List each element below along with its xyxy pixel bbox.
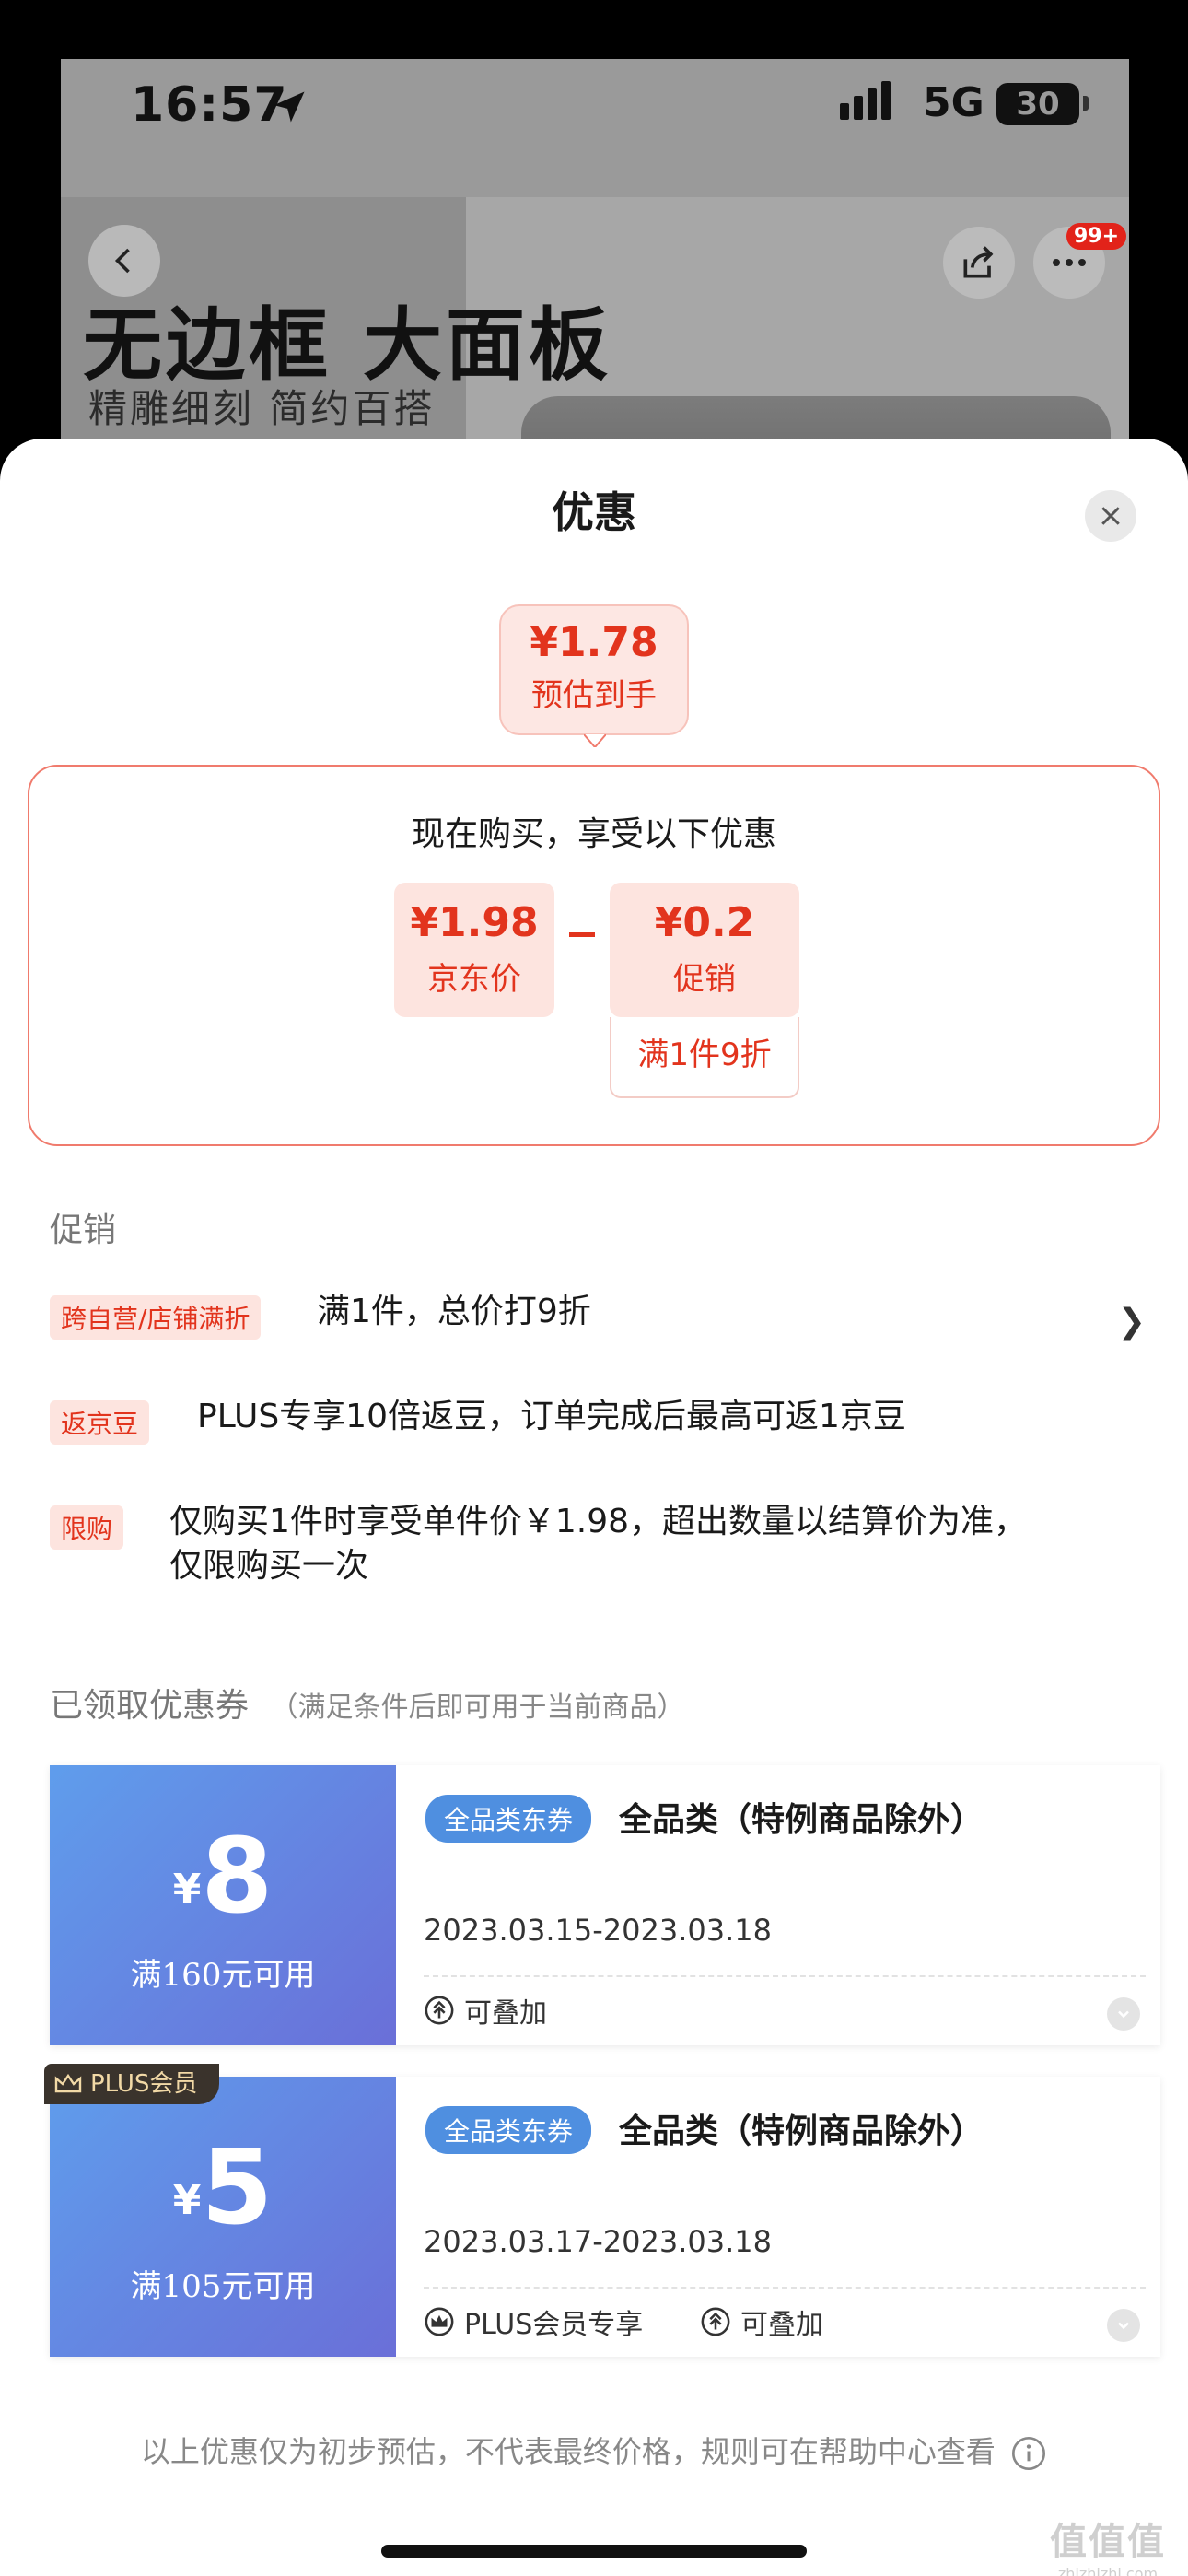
close-button[interactable]: [1085, 490, 1136, 542]
coupon-card[interactable]: ¥8 满160元可用 全品类东券 全品类（特例商品除外） 2023.03.15-…: [50, 1765, 1160, 2045]
estimated-price-box: ¥1.78 预估到手: [499, 604, 689, 735]
minus-icon: [569, 932, 595, 937]
battery-icon: 30: [996, 83, 1079, 125]
promotion-row: 返京豆 PLUS专享10倍返豆，订单完成后最高可返1京豆: [50, 1398, 1146, 1452]
promotion-detail: 满1件9折: [610, 1017, 799, 1098]
close-icon: [1101, 507, 1120, 525]
coupon-amount-value: 5: [201, 2128, 274, 2248]
status-bar: 16:57 5G 30: [61, 59, 1129, 197]
coupon-amount-value: 8: [201, 1817, 274, 1937]
expand-button[interactable]: [1107, 2309, 1140, 2342]
stackable-icon: [701, 2307, 730, 2336]
share-icon: [963, 246, 994, 278]
promotion-row[interactable]: 跨自营/店铺满折 满1件，总价打9折 ❯: [50, 1293, 1146, 1347]
footer-note-text: 以上优惠仅为初步预估，不代表最终价格，规则可在帮助中心查看: [140, 2434, 996, 2469]
promotions-section-title: 促销: [50, 1212, 117, 1249]
stackable-text: 可叠加: [740, 2309, 823, 2341]
coupons-note: （满足条件后即可用于当前商品）: [270, 1692, 685, 1724]
coupon-card[interactable]: ¥5 满105元可用 PLUS会员 全品类东券 全品类（特例商品除外） 2023…: [44, 2064, 1160, 2357]
coupon-type-tag: 全品类东券: [425, 1795, 592, 1843]
promotion-tag: 跨自营/店铺满折: [50, 1295, 262, 1340]
promotion-row: 限购 仅购买1件时享受单件价￥1.98，超出数量以结算价为准，仅限购买一次: [50, 1503, 1146, 1607]
coupon-currency: ¥: [172, 2177, 202, 2224]
chevron-right-icon[interactable]: ❯: [1118, 1303, 1146, 1341]
coupon-type-tag: 全品类东券: [425, 2106, 592, 2154]
promotion-text: PLUS专享10倍返豆，订单完成后最高可返1京豆: [197, 1398, 906, 1435]
promotion-label: 促销: [673, 961, 736, 998]
stackable-label: 可叠加: [700, 2301, 823, 2342]
price-calculation-box: 现在购买，享受以下优惠 ¥1.98 京东价 ¥0.2 促销 满1件9折: [28, 765, 1160, 1146]
promotion-tag: 限购: [50, 1505, 124, 1550]
promotion-value: ¥0.2: [654, 899, 755, 946]
coupon-title: 全品类（特例商品除外）: [619, 1801, 984, 1839]
location-arrow-icon: [274, 91, 305, 123]
share-button[interactable]: [943, 227, 1015, 299]
watermark-sub: zhizhizhi.com: [1057, 2565, 1159, 2576]
estimated-price-label: 预估到手: [531, 677, 657, 714]
jd-price-card: ¥1.98 京东价: [394, 883, 554, 1017]
coupon-condition: 满160元可用: [130, 1957, 316, 1994]
banner-subtitle: 精雕细刻 简约百搭: [88, 386, 436, 431]
more-dots-icon: [1053, 259, 1086, 266]
coupon-title: 全品类（特例商品除外）: [619, 2113, 984, 2150]
home-indicator[interactable]: [381, 2545, 807, 2558]
crown-icon: [54, 2073, 82, 2093]
member-only-text: PLUS会员专享: [464, 2309, 644, 2341]
watermark-main: 值值值: [1050, 2521, 1166, 2563]
coupon-divider: [424, 1975, 1146, 1977]
sheet-title: 优惠: [552, 487, 636, 537]
coupons-section-title: 已领取优惠券 （满足条件后即可用于当前商品）: [50, 1679, 684, 1727]
network-type: 5G: [923, 79, 984, 126]
promotion-text: 满1件，总价打9折: [317, 1293, 591, 1330]
watermark: 值值值 zhizhizhi.com: [1050, 2512, 1166, 2576]
coupon-date-range: 2023.03.15-2023.03.18: [424, 1913, 772, 1948]
coupon-date-range: 2023.03.17-2023.03.18: [424, 2224, 772, 2259]
coupon-condition: 满105元可用: [130, 2268, 316, 2305]
pointer-arrow-icon: [584, 734, 606, 747]
jd-price-value: ¥1.98: [410, 899, 539, 946]
chevron-down-icon: [1118, 2010, 1129, 2019]
coupon-amount-panel: ¥8 满160元可用: [50, 1765, 396, 2045]
estimated-price: ¥1.78: [530, 619, 658, 666]
promotion-card: ¥0.2 促销: [610, 883, 799, 1017]
chevron-down-icon: [1118, 2322, 1129, 2330]
status-time: 16:57: [131, 77, 288, 133]
coupon-amount: ¥8: [50, 1817, 396, 1937]
back-button[interactable]: [88, 225, 160, 297]
cellular-signal-icon: [840, 81, 891, 120]
coupon-divider: [424, 2287, 1146, 2289]
member-only-label: PLUS会员专享: [424, 2301, 643, 2342]
coupons-title: 已领取优惠券: [50, 1687, 250, 1725]
coupon-currency: ¥: [172, 1866, 202, 1913]
jd-price-label: 京东价: [427, 961, 521, 998]
plus-member-badge-text: PLUS会员: [90, 2070, 198, 2098]
chevron-left-icon: [114, 248, 130, 274]
coupon-amount: ¥5: [50, 2128, 396, 2248]
battery-cap: [1083, 96, 1089, 111]
stackable-text: 可叠加: [464, 1997, 547, 2030]
calculation-heading: 现在购买，享受以下优惠: [411, 815, 776, 853]
promotion-tag: 返京豆: [50, 1400, 150, 1445]
coupon-amount-panel: ¥5 满105元可用: [50, 2077, 396, 2357]
footer-note: 以上优惠仅为初步预估，不代表最终价格，规则可在帮助中心查看: [0, 2429, 1188, 2472]
discount-sheet: 优惠 ¥1.78 预估到手 现在购买，享受以下优惠 ¥1.98 京东价 ¥0.2…: [0, 439, 1188, 2576]
crown-circle-icon: [425, 2307, 454, 2336]
stackable-icon: [425, 1996, 454, 2025]
expand-button[interactable]: [1107, 1997, 1140, 2031]
stackable-label: 可叠加: [424, 1990, 547, 2031]
promotion-text: 仅购买1件时享受单件价￥1.98，超出数量以结算价为准，仅限购买一次: [169, 1503, 1028, 1585]
info-icon[interactable]: [1010, 2435, 1047, 2472]
notification-badge: 99+: [1066, 223, 1127, 250]
plus-member-badge: PLUS会员: [44, 2064, 220, 2104]
